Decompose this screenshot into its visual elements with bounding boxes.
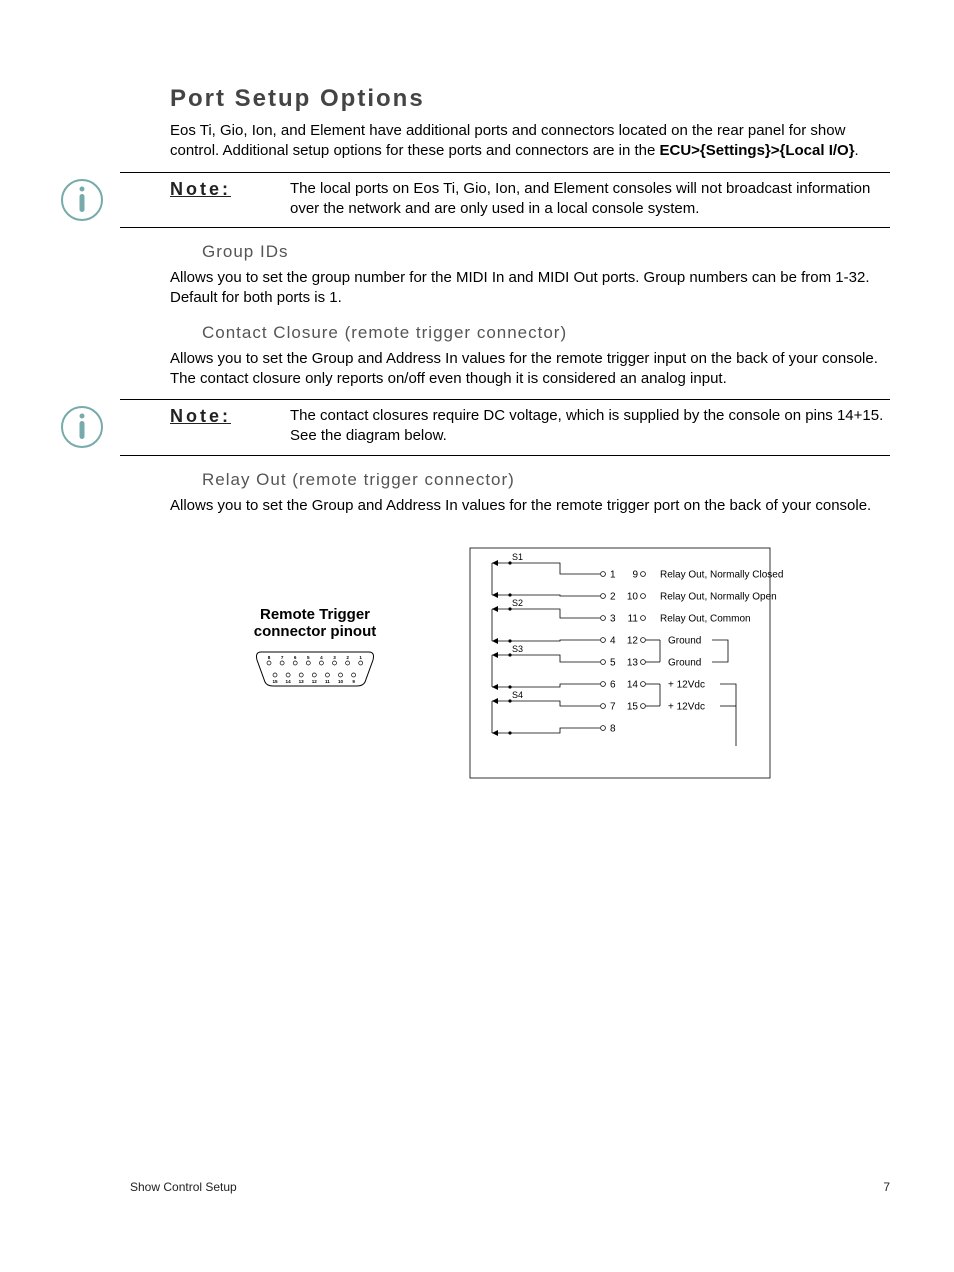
db15-connector-icon: 8 7 6 5 4 3 2 1 15 14 13 12 11 10 9 — [255, 648, 375, 688]
note-label: Note: — [170, 406, 290, 427]
svg-text:15: 15 — [627, 701, 639, 712]
page-content: Port Setup Options Eos Ti, Gio, Ion, and… — [170, 85, 890, 784]
svg-text:1: 1 — [359, 655, 362, 660]
svg-text:4: 4 — [320, 655, 323, 660]
svg-text:3: 3 — [610, 613, 616, 624]
svg-text:11: 11 — [325, 679, 330, 684]
section-title: Port Setup Options — [170, 85, 890, 113]
note-2-wrap: Note: The contact closures require DC vo… — [170, 399, 890, 456]
svg-text:+ 12Vdc: + 12Vdc — [668, 679, 705, 690]
pinout-column: Remote Trigger connector pinout 8 7 6 5 4 3 2 1… — [170, 544, 460, 692]
svg-text:9: 9 — [632, 569, 638, 580]
svg-text:9: 9 — [352, 679, 355, 684]
svg-text:5: 5 — [610, 657, 616, 668]
svg-text:1: 1 — [610, 569, 616, 580]
group-ids-heading: Group IDs — [202, 242, 890, 262]
svg-text:3: 3 — [333, 655, 336, 660]
pinout-schematic: S1S2S3S4 12345678 9Relay Out, Normally C… — [460, 544, 870, 784]
note-text: The contact closures require DC voltage,… — [290, 406, 890, 447]
svg-text:10: 10 — [627, 591, 639, 602]
svg-text:Relay Out, Normally Open: Relay Out, Normally Open — [660, 591, 777, 602]
svg-text:Relay Out, Common: Relay Out, Common — [660, 613, 751, 624]
intro-path: ECU>{Settings}>{Local I/O} — [659, 142, 854, 159]
svg-text:S1: S1 — [512, 552, 523, 562]
svg-text:+ 12Vdc: + 12Vdc — [668, 701, 705, 712]
svg-text:Ground: Ground — [668, 635, 701, 646]
svg-text:6: 6 — [294, 655, 297, 660]
contact-closure-heading: Contact Closure (remote trigger connecto… — [202, 323, 890, 343]
svg-text:14: 14 — [286, 679, 292, 684]
footer-title: Show Control Setup — [130, 1180, 237, 1194]
svg-text:15: 15 — [272, 679, 278, 684]
info-icon — [60, 405, 104, 449]
svg-text:Ground: Ground — [668, 657, 701, 668]
svg-text:7: 7 — [281, 655, 284, 660]
footer-page-number: 7 — [883, 1180, 890, 1194]
svg-text:6: 6 — [610, 679, 616, 690]
svg-text:12: 12 — [627, 635, 639, 646]
svg-text:Relay Out, Normally Closed: Relay Out, Normally Closed — [660, 569, 783, 580]
pinout-label-line1: Remote Trigger — [170, 606, 460, 623]
intro-paragraph: Eos Ti, Gio, Ion, and Element have addit… — [170, 121, 890, 162]
group-ids-text: Allows you to set the group number for t… — [170, 268, 890, 309]
schematic-column: S1S2S3S4 12345678 9Relay Out, Normally C… — [460, 544, 890, 784]
note-label: Note: — [170, 179, 290, 200]
relay-out-heading: Relay Out (remote trigger connector) — [202, 470, 890, 490]
note-2: Note: The contact closures require DC vo… — [120, 399, 890, 456]
info-icon — [60, 178, 104, 222]
svg-text:7: 7 — [610, 701, 616, 712]
svg-text:13: 13 — [627, 657, 639, 668]
intro-period: . — [855, 142, 859, 159]
svg-text:11: 11 — [628, 613, 639, 624]
svg-text:S4: S4 — [512, 690, 523, 700]
svg-text:8: 8 — [268, 655, 271, 660]
svg-text:2: 2 — [346, 655, 349, 660]
svg-text:12: 12 — [312, 679, 318, 684]
note-1-wrap: Note: The local ports on Eos Ti, Gio, Io… — [170, 172, 890, 229]
pinout-label-line2: connector pinout — [170, 623, 460, 640]
svg-text:13: 13 — [299, 679, 305, 684]
relay-out-text: Allows you to set the Group and Address … — [170, 496, 890, 516]
contact-closure-text: Allows you to set the Group and Address … — [170, 349, 890, 390]
page-footer: Show Control Setup 7 — [130, 1180, 890, 1194]
svg-text:4: 4 — [610, 635, 616, 646]
svg-text:5: 5 — [307, 655, 310, 660]
svg-text:8: 8 — [610, 723, 616, 734]
diagram-row: Remote Trigger connector pinout 87654321… — [170, 544, 890, 784]
svg-text:14: 14 — [627, 679, 639, 690]
svg-text:2: 2 — [610, 591, 616, 602]
note-text: The local ports on Eos Ti, Gio, Ion, and… — [290, 179, 890, 220]
svg-text:S2: S2 — [512, 598, 523, 608]
svg-text:10: 10 — [338, 679, 344, 684]
note-1: Note: The local ports on Eos Ti, Gio, Io… — [120, 172, 890, 229]
svg-text:S3: S3 — [512, 644, 523, 654]
